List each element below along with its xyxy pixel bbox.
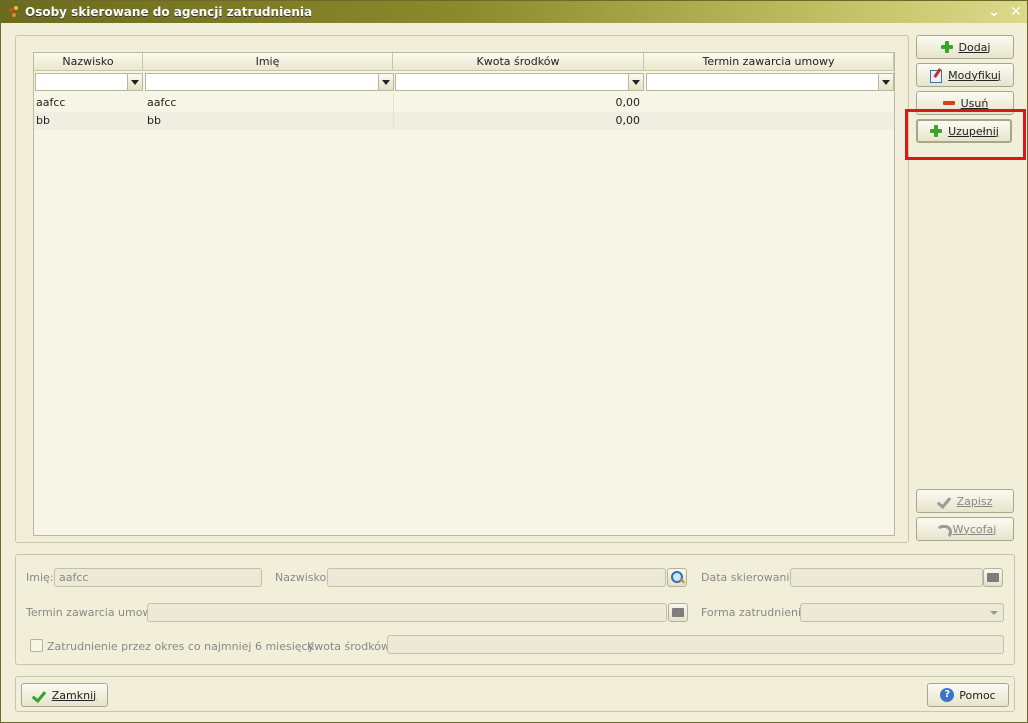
nazwisko-label: Nazwisko: [275, 571, 330, 584]
cell-imie: aafcc [147, 96, 177, 109]
help-icon: ? [940, 688, 955, 702]
title-bar: Osoby skierowane do agencji zatrudnienia… [1, 1, 1027, 23]
save-button[interactable]: Zapisz [916, 489, 1014, 513]
modify-button[interactable]: Modyfikuj [916, 63, 1014, 87]
dialog-window: Osoby skierowane do agencji zatrudnienia… [0, 0, 1028, 723]
undo-icon [934, 522, 952, 539]
filter-dropdown-icon[interactable] [378, 74, 393, 90]
help-button[interactable]: ? Pomoc [927, 683, 1009, 707]
cell-termin [646, 112, 894, 130]
search-icon[interactable] [667, 568, 687, 587]
plus-icon [940, 40, 954, 54]
table-row[interactable]: bb bb 0,00 [34, 112, 894, 130]
collapse-icon[interactable]: ⌄ [983, 1, 1005, 23]
grid-panel: Nazwisko Imię Kwota środków Termin zawar… [15, 35, 909, 543]
edit-icon [929, 68, 943, 83]
details-panel: Imię: aafcc Nazwisko: Data skierowania: … [15, 554, 1015, 665]
kwota-field[interactable] [387, 635, 1004, 654]
zatrudnienie-checkbox-label: Zatrudnienie przez okres co najmniej 6 m… [47, 640, 315, 653]
filter-dropdown-icon[interactable] [628, 74, 643, 90]
column-header-termin[interactable]: Termin zawarcia umowy [644, 53, 894, 71]
filter-dropdown-icon[interactable] [878, 74, 893, 90]
column-header-kwota[interactable]: Kwota środków [393, 53, 644, 71]
calendar-icon[interactable] [668, 603, 688, 622]
check-icon [33, 688, 47, 702]
filter-imie[interactable] [145, 73, 394, 91]
calendar-icon[interactable] [983, 568, 1003, 587]
close-icon[interactable]: ✕ [1005, 1, 1027, 23]
app-icon [9, 6, 19, 18]
cell-termin [646, 94, 894, 112]
kwota-label: Kwota środków: [307, 640, 394, 653]
persons-grid: Nazwisko Imię Kwota środków Termin zawar… [33, 52, 895, 536]
close-button[interactable]: Zamknij [21, 683, 108, 707]
imie-label: Imię: [26, 571, 54, 584]
footer-panel: Zamknij ? Pomoc [15, 676, 1015, 712]
filter-termin[interactable] [646, 73, 894, 91]
check-icon [938, 494, 952, 508]
filter-nazwisko[interactable] [35, 73, 143, 91]
cell-kwota: 0,00 [393, 112, 644, 130]
table-row[interactable]: aafcc aafcc 0,00 [34, 94, 894, 112]
cell-nazwisko: bb [36, 114, 50, 127]
cell-kwota: 0,00 [393, 94, 644, 112]
imie-field[interactable]: aafcc [54, 568, 262, 587]
filter-dropdown-icon[interactable] [127, 74, 142, 90]
add-button[interactable]: Dodaj [916, 35, 1014, 59]
filter-kwota[interactable] [395, 73, 644, 91]
window-title: Osoby skierowane do agencji zatrudnienia [25, 5, 313, 19]
termin-label: Termin zawarcia umowy: [26, 606, 161, 619]
column-header-nazwisko[interactable]: Nazwisko [34, 53, 143, 71]
minus-icon [942, 96, 956, 110]
cell-nazwisko: aafcc [36, 96, 66, 109]
revert-button[interactable]: Wycofaj [916, 517, 1014, 541]
data-skierowania-field[interactable] [790, 568, 983, 587]
highlight-box [905, 109, 1026, 160]
data-skierowania-label: Data skierowania: [701, 571, 800, 584]
cell-imie: bb [147, 114, 161, 127]
forma-select[interactable] [800, 603, 1004, 622]
column-header-imie[interactable]: Imię [143, 53, 393, 71]
nazwisko-field[interactable] [327, 568, 666, 587]
forma-label: Forma zatrudnienia: [701, 606, 812, 619]
zatrudnienie-checkbox[interactable] [30, 639, 43, 652]
termin-field[interactable] [147, 603, 667, 622]
